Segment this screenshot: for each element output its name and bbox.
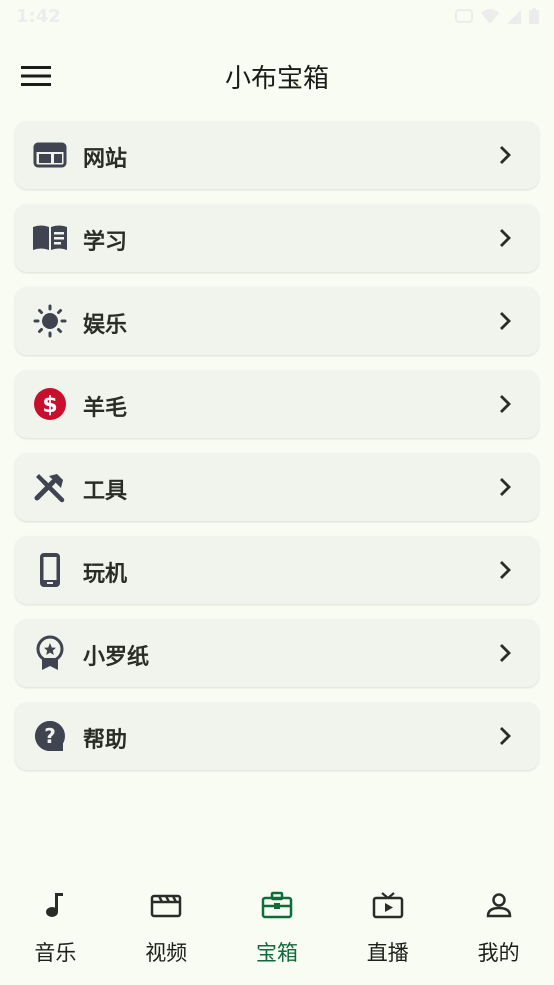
- battery-icon: [529, 8, 539, 24]
- nav-tab-profile[interactable]: 我的: [443, 885, 554, 985]
- help-icon: ?: [32, 718, 68, 754]
- menu-item-label: 羊毛: [83, 396, 128, 421]
- menu-list: 网站 学习 娱乐 $ 羊毛 工具 玩机 小罗纸 ? 帮助: [15, 121, 539, 770]
- menu-item-label: 玩机: [83, 562, 128, 587]
- wifi-icon: [481, 9, 499, 24]
- badge-icon: [32, 635, 68, 671]
- person-icon: [483, 891, 515, 919]
- chevron-right-icon: [500, 561, 511, 579]
- chevron-right-icon: [500, 229, 511, 247]
- menu-item-phone[interactable]: 玩机: [15, 536, 539, 604]
- nav-label: 我的: [477, 941, 520, 965]
- web-icon: [32, 137, 68, 173]
- menu-item-help[interactable]: ? 帮助: [15, 702, 539, 770]
- nav-tab-toolbox[interactable]: 宝箱: [222, 885, 333, 985]
- svg-text:$: $: [42, 393, 57, 418]
- nav-tab-live[interactable]: 直播: [332, 885, 443, 985]
- menu-item-deals[interactable]: $ 羊毛: [15, 370, 539, 438]
- nav-tab-music[interactable]: 音乐: [0, 885, 111, 985]
- menu-item-label: 工具: [83, 479, 128, 504]
- nav-label: 宝箱: [255, 941, 298, 965]
- menu-item-label: 帮助: [83, 728, 128, 753]
- clapperboard-icon: [150, 891, 182, 919]
- chevron-right-icon: [500, 146, 511, 164]
- menu-item-label: 小罗纸: [83, 645, 150, 670]
- signal-icon: [507, 10, 521, 24]
- chevron-right-icon: [500, 478, 511, 496]
- bottom-navigation: 音乐 视频 宝箱 直播 我的: [0, 885, 554, 985]
- menu-item-study[interactable]: 学习: [15, 204, 539, 272]
- tools-icon: [32, 469, 68, 505]
- phone-icon: [32, 552, 68, 588]
- sim-icon: [455, 9, 473, 23]
- status-icons: [454, 7, 540, 25]
- nav-tab-video[interactable]: 视频: [111, 885, 222, 985]
- status-bar: 1:42: [0, 0, 554, 34]
- menu-item-label: 学习: [83, 230, 128, 255]
- nav-label: 直播: [366, 941, 409, 965]
- svg-text:?: ?: [44, 724, 56, 748]
- tv-icon: [372, 891, 404, 919]
- status-time: 1:42: [16, 6, 61, 27]
- menu-item-label: 网站: [83, 147, 128, 172]
- menu-item-websites[interactable]: 网站: [15, 121, 539, 189]
- book-icon: [32, 220, 68, 256]
- app-screen: 1:42 小布宝箱 网站 学习 娱乐 $ 羊毛 工具 玩机 小罗纸 ? 帮助 音…: [0, 0, 554, 985]
- chevron-right-icon: [500, 312, 511, 330]
- nav-label: 音乐: [34, 941, 77, 965]
- menu-item-paper[interactable]: 小罗纸: [15, 619, 539, 687]
- app-bar: 小布宝箱: [0, 44, 554, 108]
- page-title: 小布宝箱: [224, 64, 329, 94]
- sun-icon: [32, 303, 68, 339]
- chevron-right-icon: [500, 644, 511, 662]
- nav-label: 视频: [145, 941, 188, 965]
- menu-item-entertainment[interactable]: 娱乐: [15, 287, 539, 355]
- music-note-icon: [39, 891, 71, 919]
- briefcase-icon: [261, 891, 293, 919]
- dollar-icon: $: [32, 386, 68, 422]
- chevron-right-icon: [500, 395, 511, 413]
- menu-item-label: 娱乐: [83, 313, 128, 338]
- menu-item-tools[interactable]: 工具: [15, 453, 539, 521]
- chevron-right-icon: [500, 727, 511, 745]
